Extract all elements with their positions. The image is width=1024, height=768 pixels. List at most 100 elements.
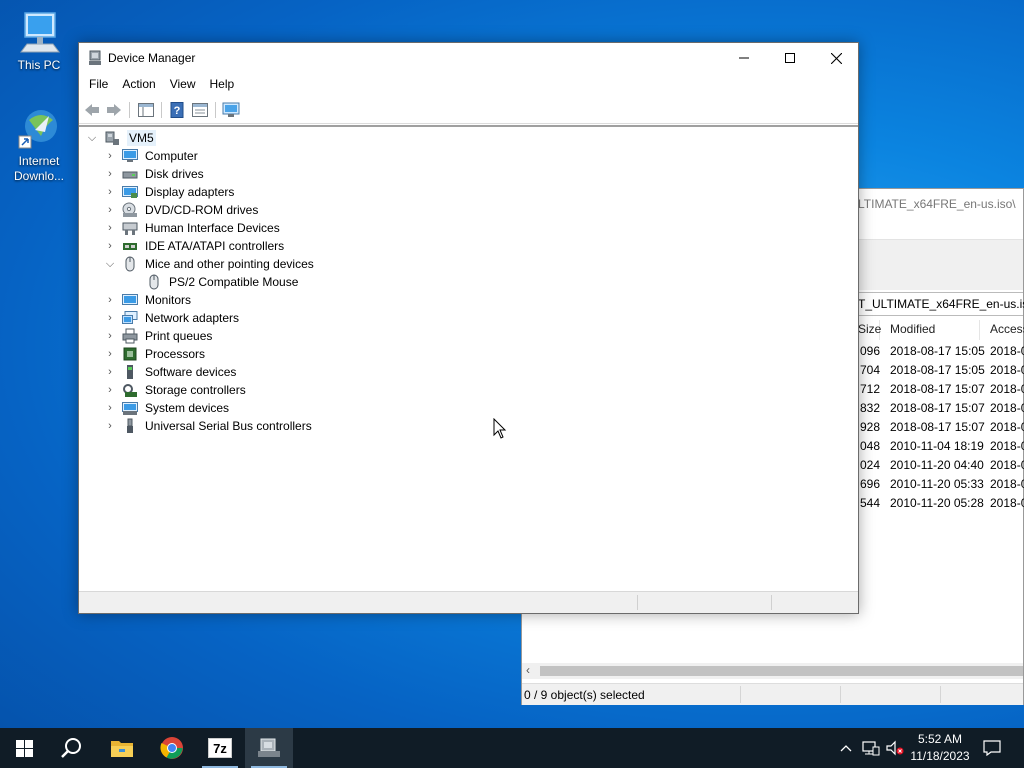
software-device-icon [127,365,133,379]
desktop-icon-this-pc[interactable]: This PC [7,10,71,73]
tree-item-processors[interactable]: › Processors [103,345,205,363]
notification-icon [983,740,1001,756]
tree-item-label: Mice and other pointing devices [145,257,314,271]
table-row[interactable]: 096 2018-08-17 15:05 2018-0 [858,342,1024,361]
tree-item-display-adapters[interactable]: › Display adapters [103,183,234,201]
show-hidden-icons-button[interactable] [836,728,856,768]
window-title: Device Manager [108,51,196,65]
taskbar-chrome[interactable] [148,728,196,768]
device-tree[interactable]: ⌵ VM5 › Computer › Disk drives › Display… [79,125,858,591]
action-center-button[interactable] [980,728,1004,768]
chevron-right-icon[interactable]: › [103,309,117,327]
desktop-icon-internet-download-manager[interactable]: Internet Downlo... [7,106,71,184]
device-manager-icon [258,738,280,757]
forward-button[interactable] [104,100,124,120]
column-header-accessed[interactable]: Access [980,320,1024,340]
taskbar-7zip[interactable]: 7z [196,728,244,768]
table-row[interactable]: 024 2010-11-20 04:40 2018-0 [858,456,1024,475]
help-icon: ? [170,102,184,118]
tree-item-software-devices[interactable]: › Software devices [103,363,236,381]
start-button[interactable] [0,728,48,768]
taskbar-device-manager[interactable] [245,728,293,768]
tree-item-label: Print queues [145,329,213,343]
title-bar[interactable]: Device Manager [79,43,858,74]
tree-item-network-adapters[interactable]: › Network adapters [103,309,239,327]
chevron-right-icon[interactable]: › [103,165,117,183]
tree-item-mice[interactable]: ⌵ Mice and other pointing devices [103,255,314,273]
chevron-right-icon[interactable]: › [103,237,117,255]
menu-help[interactable]: Help [203,74,242,96]
tree-item-ide-controllers[interactable]: › IDE ATA/ATAPI controllers [103,237,284,255]
chevron-right-icon[interactable]: › [103,399,117,417]
taskbar-file-explorer[interactable] [98,728,146,768]
svg-text:?: ? [174,105,181,117]
scrollbar-thumb[interactable] [540,666,1023,676]
chevron-right-icon[interactable]: › [103,219,117,237]
mouse-cursor-icon [493,418,507,439]
chevron-down-icon[interactable]: ⌵ [103,255,117,273]
table-row[interactable]: 696 2010-11-20 05:33 2018-0 [858,475,1024,494]
system-devices-icon [122,402,138,415]
tree-item-system-devices[interactable]: › System devices [103,399,229,417]
minimize-icon [739,57,749,59]
tree-item-print-queues[interactable]: › Print queues [103,327,212,345]
tree-root[interactable]: ⌵ VM5 [85,129,156,147]
tree-item-usb-controllers[interactable]: › Universal Serial Bus controllers [103,417,312,435]
table-row[interactable]: 712 2018-08-17 15:07 2018-0 [858,380,1024,399]
tree-item-disk-drives[interactable]: › Disk drives [103,165,204,183]
table-row[interactable]: 832 2018-08-17 15:07 2018-0 [858,399,1024,418]
desktop-icon-label: This PC [17,58,61,72]
table-row[interactable]: 704 2018-08-17 15:05 2018-0 [858,361,1024,380]
chevron-right-icon[interactable]: › [103,327,117,345]
tree-item-label: Computer [145,149,198,163]
column-header-size[interactable]: Size [858,320,881,340]
tree-item-human-interface-devices[interactable]: › Human Interface Devices [103,219,280,237]
tree-item-computer[interactable]: › Computer [103,147,198,165]
chevron-right-icon[interactable]: › [103,183,117,201]
menu-file[interactable]: File [82,74,115,96]
computer-icon [122,149,138,162]
device-manager-window[interactable]: Device Manager File Action View Help ? ⌵… [78,42,859,614]
tree-item-storage-controllers[interactable]: › Storage controllers [103,381,246,399]
show-hide-console-tree-button[interactable] [136,100,156,120]
tree-item-label: PS/2 Compatible Mouse [169,275,299,289]
close-button[interactable] [813,43,859,73]
horizontal-scrollbar[interactable]: ‹ [522,663,1023,679]
tree-item-label: Universal Serial Bus controllers [145,419,312,433]
dvd-drive-icon [122,202,137,217]
processor-icon [123,347,137,361]
chevron-right-icon[interactable]: › [103,363,117,381]
network-tray-button[interactable] [860,728,882,768]
column-header-modified[interactable]: Modified [880,320,980,340]
tree-item-dvd-drives[interactable]: › DVD/CD-ROM drives [103,201,258,219]
table-row[interactable]: 928 2018-08-17 15:07 2018-0 [858,418,1024,437]
chevron-right-icon[interactable]: › [103,345,117,363]
tree-item-ps2-mouse[interactable]: PS/2 Compatible Mouse [141,273,298,291]
menu-view[interactable]: View [163,74,203,96]
chevron-right-icon[interactable]: › [103,381,117,399]
maximize-button[interactable] [767,43,813,73]
chrome-icon [160,737,183,759]
menu-action[interactable]: Action [115,74,162,96]
chevron-right-icon[interactable]: › [103,147,117,165]
table-row[interactable]: 544 2010-11-20 05:28 2018-0 [858,494,1024,513]
chevron-right-icon[interactable]: › [103,417,117,435]
scroll-left-icon[interactable]: ‹ [526,663,530,677]
properties-button[interactable] [190,100,210,120]
clock[interactable]: 5:52 AM 11/18/2023 [904,731,976,765]
search-button[interactable] [48,728,96,768]
tree-item-monitors[interactable]: › Monitors [103,291,191,309]
back-button[interactable] [82,100,102,120]
volume-tray-button[interactable] [884,728,906,768]
scan-hardware-icon [222,102,240,117]
close-icon [830,52,842,64]
minimize-button[interactable] [721,43,767,73]
help-button[interactable]: ? [167,100,187,120]
chevron-right-icon[interactable]: › [103,291,117,309]
chevron-down-icon[interactable]: ⌵ [85,129,99,147]
display-adapter-icon [122,186,138,198]
scan-hardware-changes-button[interactable] [221,100,241,120]
table-row[interactable]: 048 2010-11-04 18:19 2018-0 [858,437,1024,456]
chevron-right-icon[interactable]: › [103,201,117,219]
7zip-icon: 7z [208,738,232,758]
